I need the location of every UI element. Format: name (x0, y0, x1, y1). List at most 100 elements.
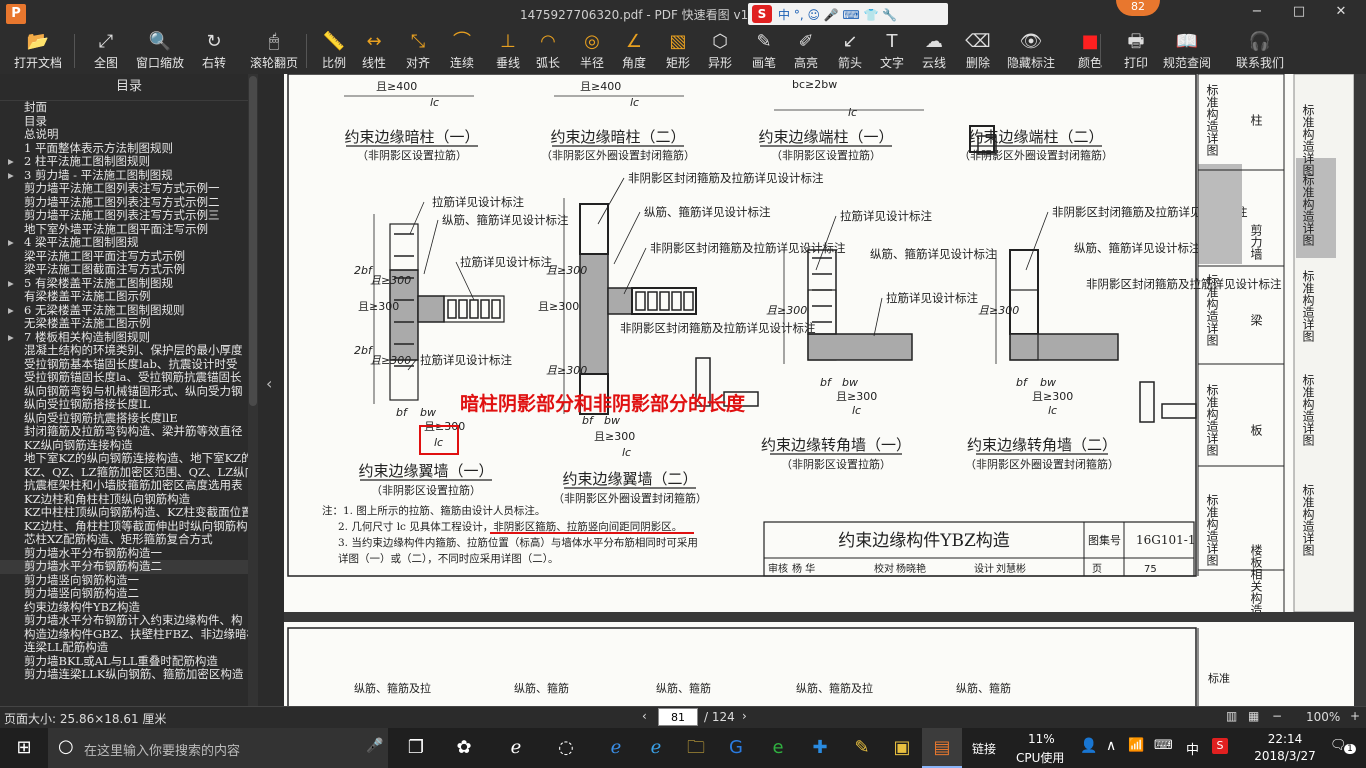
toc-item[interactable]: 剪力墙竖向钢筋构造二 (0, 587, 248, 601)
cloud-button[interactable]: ☁ 云线 (916, 30, 952, 72)
window-zoom-button[interactable]: 🔍 窗口缩放 (132, 30, 188, 72)
microphone-icon[interactable]: 🎤 (366, 738, 383, 754)
tray-link-label[interactable]: 链接 (972, 740, 996, 757)
toc-item[interactable]: 剪力墙水平分布钢筋构造二 (0, 560, 248, 574)
browser-icon[interactable]: ◌ (546, 728, 586, 768)
toc-item[interactable]: 有梁楼盖平法施工图示例 (0, 290, 248, 304)
toc-item[interactable]: 抗震框架柱和小墙肢箍筋加密区高度选用表 (0, 479, 248, 493)
sogou-tray-icon[interactable]: S (1212, 738, 1228, 754)
ime-status-icons[interactable]: 中 °, ☺ 🎤 ⌨ 👕 🔧 (778, 6, 897, 23)
toc-item[interactable]: 芯柱XZ配筋构造、矩形箍筋复合方式 (0, 533, 248, 547)
minimize-button[interactable]: − (1242, 4, 1272, 19)
highlighter-button[interactable]: ✐ 高亮 (788, 30, 824, 72)
pencil-button[interactable]: ✎ 画笔 (746, 30, 782, 72)
text-button[interactable]: T 文字 (874, 30, 910, 72)
toc-item[interactable]: 连梁LL配筋构造 (0, 641, 248, 655)
app-e-icon[interactable]: e (758, 728, 798, 768)
toc-item[interactable]: 纵向受拉钢筋搭接长度lL (0, 398, 248, 412)
color-button[interactable]: ■ 颜色 (1072, 30, 1108, 72)
full-view-button[interactable]: ⤢ 全图 (86, 30, 126, 72)
expand-arrow-icon[interactable]: ▸ (8, 155, 24, 169)
toc-item[interactable]: 受拉钢筋基本锚固长度lab、抗震设计时受 (0, 358, 248, 372)
toc-item[interactable]: 约束边缘构件YBZ构造 (0, 601, 248, 615)
zoom-in-icon[interactable]: + (1350, 709, 1360, 723)
toc-item[interactable]: 剪力墙竖向钢筋构造一 (0, 574, 248, 588)
toc-item[interactable]: KZ边柱、角柱柱顶等截面伸出时纵向钢筋构 (0, 520, 248, 534)
toc-item[interactable]: 无梁楼盖平法施工图示例 (0, 317, 248, 331)
toc-item[interactable]: ▸ 7 楼板相关构造制图规则 (0, 331, 248, 345)
network-icon[interactable]: 📶 (1128, 738, 1144, 753)
prev-page-button[interactable]: ‹ (642, 709, 647, 723)
arc-length-button[interactable]: ◠ 弧长 (530, 30, 566, 72)
toc-item[interactable]: KZ边柱和角柱柱顶纵向钢筋构造 (0, 493, 248, 507)
scale-button[interactable]: 📏 比例 (316, 30, 352, 72)
tray-person-icon[interactable]: 👤 (1080, 738, 1097, 754)
toc-item[interactable]: 封面 (0, 101, 248, 115)
input-language[interactable]: 中 (1186, 739, 1199, 758)
toc-item[interactable]: 地下室KZ的纵向钢筋连接构造、地下室KZ的 (0, 452, 248, 466)
toc-item[interactable]: 纵向受拉钢筋抗震搭接长度llE (0, 412, 248, 426)
zoom-out-icon[interactable]: − (1272, 709, 1282, 723)
contact-button[interactable]: 🎧 联系我们 (1230, 30, 1290, 72)
toc-item[interactable]: ▸ 4 梁平法施工图制图规 (0, 236, 248, 250)
toc-item[interactable]: 目录 (0, 115, 248, 129)
toc-item[interactable]: 剪力墙平法施工图列表注写方式示例一 (0, 182, 248, 196)
toc-item[interactable]: ▸ 2 柱平法施工图制图规则 (0, 155, 248, 169)
expand-arrow-icon[interactable]: ▸ (8, 277, 24, 291)
linear-button[interactable]: ↔ 线性 (356, 30, 392, 72)
view-mode-icon[interactable]: ▥ (1226, 709, 1237, 723)
radius-button[interactable]: ◎ 半径 (574, 30, 610, 72)
internet-explorer-icon[interactable]: ℯ (636, 728, 676, 768)
app-folder-icon[interactable]: ▣ (882, 728, 922, 768)
angle-button[interactable]: ∠ 角度 (616, 30, 652, 72)
close-button[interactable]: ✕ (1326, 4, 1356, 19)
toc-item[interactable]: 地下室外墙平法施工图平面注写示例 (0, 223, 248, 237)
tray-chevron-up-icon[interactable]: ∧ (1106, 738, 1116, 754)
toc-item[interactable]: 剪力墙平法施工图列表注写方式示例二 (0, 196, 248, 210)
toc-item[interactable]: KZ纵向钢筋连接构造 (0, 439, 248, 453)
toc-item[interactable]: ▸ 5 有梁楼盖平法施工图制图规 (0, 277, 248, 291)
expand-arrow-icon[interactable]: ▸ (8, 236, 24, 250)
toc-item[interactable]: KZ中柱柱顶纵向钢筋构造、KZ柱变截面位置 (0, 506, 248, 520)
edge-icon[interactable]: ℯ (596, 728, 636, 768)
toc-item[interactable]: 1 平面整体表示方法制图规则 (0, 142, 248, 156)
app-plus-icon[interactable]: ✚ (800, 728, 840, 768)
clock-date[interactable]: 2018/3/27 (1252, 749, 1318, 763)
toc-item[interactable]: 封闭箍筋及拉筋弯钩构造、梁并筋等效直径 (0, 425, 248, 439)
toc-item[interactable]: 梁平法施工图平面注写方式示例 (0, 250, 248, 264)
toc-item[interactable]: 剪力墙水平分布钢筋计入约束边缘构件、构 (0, 614, 248, 628)
sogou-icon[interactable]: S (752, 5, 772, 23)
sticky-notes-icon[interactable]: ✎ (842, 728, 882, 768)
continuous-button[interactable]: ⌒ 连续 (444, 30, 480, 72)
toc-item[interactable]: 梁平法施工图截面注写方式示例 (0, 263, 248, 277)
task-view-icon[interactable]: ❐ (396, 728, 436, 768)
app-g-icon[interactable]: G (716, 728, 756, 768)
next-page-button[interactable]: › (742, 709, 747, 723)
keyboard-icon[interactable]: ⌨ (1154, 738, 1173, 753)
pdf-viewer-task-icon[interactable]: ▤ (922, 728, 962, 768)
toc-item[interactable]: 混凝土结构的环境类别、保护层的最小厚度 (0, 344, 248, 358)
taskbar-search-box[interactable]: ○ 在这里输入你要搜索的内容 🎤 (48, 728, 388, 768)
ie-browser-icon[interactable]: ℯ (496, 728, 536, 768)
rectangle-button[interactable]: ▧ 矩形 (660, 30, 696, 72)
rotate-right-button[interactable]: ↻ 右转 (194, 30, 234, 72)
open-file-button[interactable]: 📂 打开文档 (8, 30, 68, 72)
ime-toolbar[interactable]: S 中 °, ☺ 🎤 ⌨ 👕 🔧 (748, 3, 948, 25)
expand-arrow-icon[interactable]: ▸ (8, 304, 24, 318)
maximize-button[interactable]: □ (1284, 4, 1314, 19)
toc-item[interactable]: 剪力墙平法施工图列表注写方式示例三 (0, 209, 248, 223)
start-icon[interactable]: ⊞ (0, 728, 48, 768)
clock-time[interactable]: 22:14 (1254, 732, 1316, 746)
expand-arrow-icon[interactable]: ▸ (8, 169, 24, 183)
fit-mode-icon[interactable]: ▦ (1248, 709, 1259, 723)
toc-item[interactable]: 构造边缘构件GBZ、扶壁柱FBZ、非边缘暗柱 (0, 628, 248, 642)
code-lookup-button[interactable]: 📖 规范查阅 (1162, 30, 1212, 72)
scroll-page-button[interactable]: 🖱 滚轮翻页 (246, 30, 302, 72)
toc-item[interactable]: ▸ 6 无梁楼盖平法施工图制图规则 (0, 304, 248, 318)
hide-annotations-button[interactable]: 👁 隐藏标注 (1006, 30, 1056, 72)
toc-item[interactable]: 剪力墙BKL或AL与LL重叠时配筋构造 (0, 655, 248, 669)
toc-item[interactable]: ▸ 3 剪力墙 - 平法施工图制图规 (0, 169, 248, 183)
zoom-level[interactable]: 100% (1306, 710, 1340, 724)
perpendicular-button[interactable]: ⊥ 垂线 (490, 30, 526, 72)
toc-item[interactable]: 剪力墙水平分布钢筋构造一 (0, 547, 248, 561)
